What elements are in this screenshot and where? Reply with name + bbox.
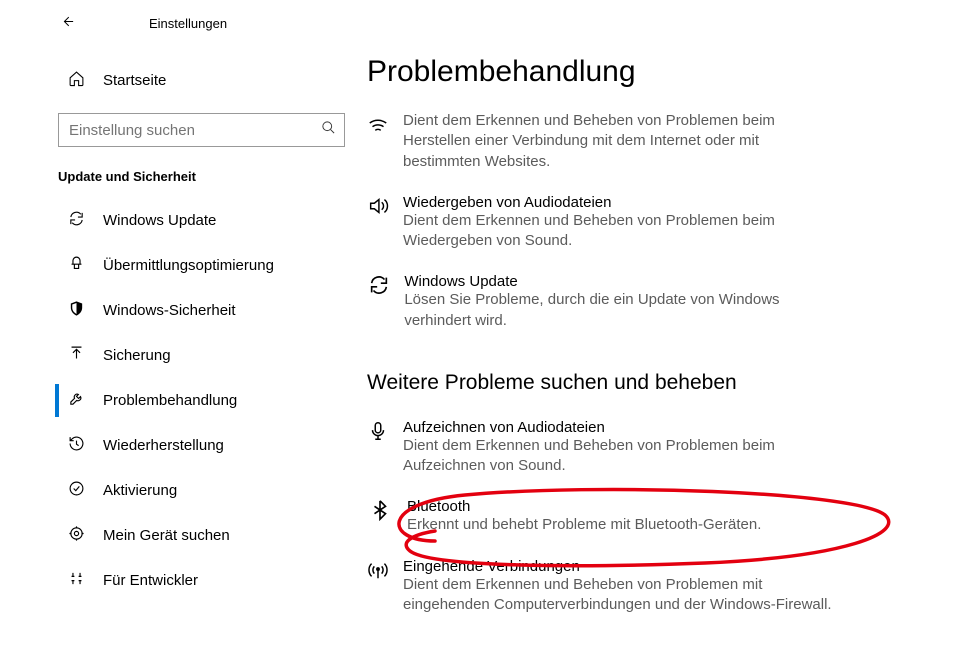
- bluetooth-icon: [367, 498, 393, 535]
- troubleshooter-title: Aufzeichnen von Audiodateien: [403, 419, 837, 436]
- troubleshooter-desc: Dient dem Erkennen und Beheben von Probl…: [403, 211, 837, 252]
- sidebar: Einstellungen Startseite Update und Sich…: [0, 0, 345, 657]
- troubleshooter-desc: Dient dem Erkennen und Beheben von Probl…: [403, 111, 837, 172]
- sidebar-item-label: Für Entwickler: [103, 572, 198, 589]
- sidebar-item-label: Sicherung: [103, 347, 171, 364]
- wrench-icon: [68, 390, 85, 411]
- troubleshooter-title: Eingehende Verbindungen: [403, 558, 837, 575]
- speaker-icon: [367, 194, 389, 252]
- microphone-icon: [367, 419, 389, 477]
- troubleshooter-desc: Dient dem Erkennen und Beheben von Probl…: [403, 436, 837, 477]
- page-title: Problembehandlung: [367, 55, 915, 89]
- sidebar-item-backup[interactable]: Sicherung: [0, 333, 345, 378]
- home-icon: [68, 70, 85, 91]
- sidebar-nav: Windows Update Übermittlungsoptimierung …: [0, 198, 345, 603]
- troubleshooter-windows-update[interactable]: Windows Update Lösen Sie Probleme, durch…: [367, 273, 837, 331]
- delivery-icon: [68, 255, 85, 276]
- troubleshooter-bluetooth[interactable]: Bluetooth Erkennt und behebt Probleme mi…: [367, 498, 837, 535]
- backup-icon: [68, 345, 85, 366]
- main-content: Problembehandlung Dient dem Erkennen und…: [345, 0, 955, 657]
- troubleshooter-desc: Dient dem Erkennen und Beheben von Probl…: [403, 575, 837, 616]
- troubleshooter-audio-playback[interactable]: Wiedergeben von Audiodateien Dient dem E…: [367, 194, 837, 252]
- update-icon: [367, 273, 390, 331]
- sidebar-item-label: Aktivierung: [103, 482, 177, 499]
- troubleshooter-audio-recording[interactable]: Aufzeichnen von Audiodateien Dient dem E…: [367, 419, 837, 477]
- sidebar-item-label: Mein Gerät suchen: [103, 527, 230, 544]
- sidebar-item-troubleshoot[interactable]: Problembehandlung: [0, 378, 345, 423]
- sidebar-item-delivery-optimization[interactable]: Übermittlungsoptimierung: [0, 243, 345, 288]
- sidebar-home-label: Startseite: [103, 72, 166, 89]
- troubleshooter-desc: Lösen Sie Probleme, durch die ein Update…: [404, 290, 837, 331]
- section-title: Weitere Probleme suchen und beheben: [367, 371, 915, 395]
- sidebar-item-label: Übermittlungsoptimierung: [103, 257, 274, 274]
- search-icon: [312, 120, 344, 140]
- sync-icon: [68, 210, 85, 231]
- window-title: Einstellungen: [149, 16, 227, 31]
- sidebar-item-windows-update[interactable]: Windows Update: [0, 198, 345, 243]
- sidebar-item-label: Problembehandlung: [103, 392, 237, 409]
- troubleshooter-title: Windows Update: [404, 273, 837, 290]
- sidebar-item-label: Windows-Sicherheit: [103, 302, 236, 319]
- history-icon: [68, 435, 85, 456]
- sidebar-category: Update und Sicherheit: [0, 159, 345, 192]
- shield-icon: [68, 300, 85, 321]
- antenna-icon: [367, 558, 389, 616]
- sidebar-home[interactable]: Startseite: [0, 60, 345, 101]
- check-circle-icon: [68, 480, 85, 501]
- internet-icon: [367, 111, 389, 172]
- search-field[interactable]: [59, 122, 312, 139]
- sidebar-item-find-my-device[interactable]: Mein Gerät suchen: [0, 513, 345, 558]
- troubleshooter-desc: Erkennt und behebt Probleme mit Bluetoot…: [407, 515, 761, 535]
- titlebar: Einstellungen: [0, 8, 345, 38]
- sidebar-item-for-developers[interactable]: Für Entwickler: [0, 558, 345, 603]
- sidebar-item-label: Wiederherstellung: [103, 437, 224, 454]
- developer-icon: [68, 570, 85, 591]
- troubleshooter-title: Bluetooth: [407, 498, 761, 515]
- troubleshooter-incoming-connections[interactable]: Eingehende Verbindungen Dient dem Erkenn…: [367, 558, 837, 616]
- troubleshooter-internet[interactable]: Dient dem Erkennen und Beheben von Probl…: [367, 111, 837, 172]
- location-icon: [68, 525, 85, 546]
- troubleshooter-title: Wiedergeben von Audiodateien: [403, 194, 837, 211]
- sidebar-item-activation[interactable]: Aktivierung: [0, 468, 345, 513]
- sidebar-item-label: Windows Update: [103, 212, 216, 229]
- sidebar-item-recovery[interactable]: Wiederherstellung: [0, 423, 345, 468]
- search-input[interactable]: [58, 113, 345, 147]
- sidebar-item-windows-security[interactable]: Windows-Sicherheit: [0, 288, 345, 333]
- back-icon[interactable]: [60, 14, 75, 32]
